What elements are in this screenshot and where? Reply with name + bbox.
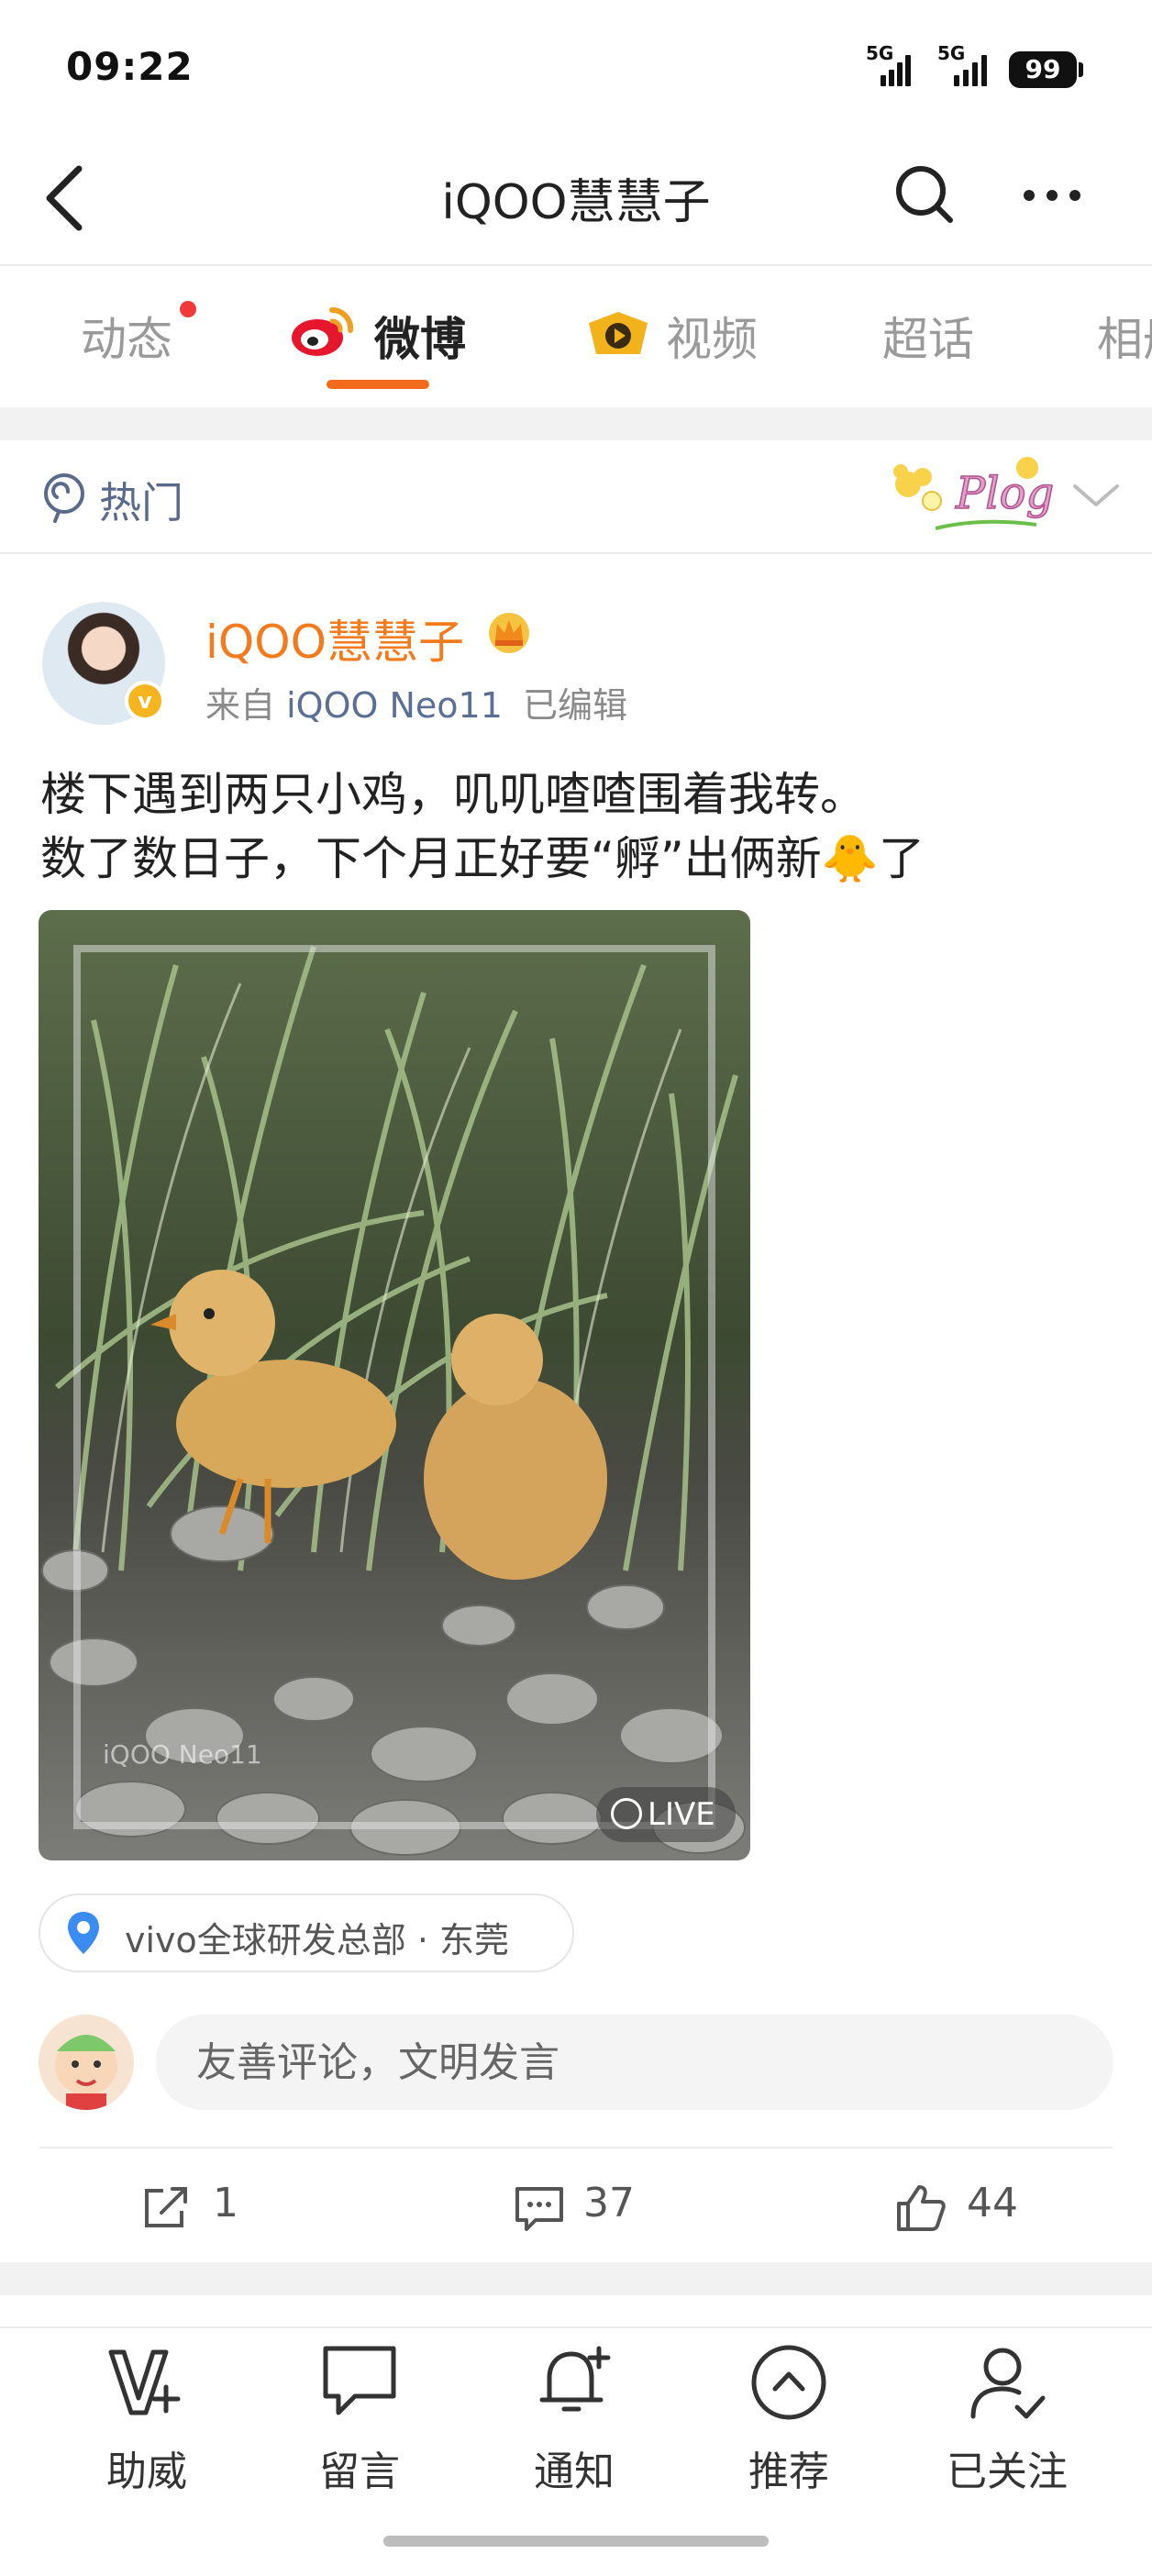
hot-divider — [0, 552, 1152, 554]
cheer-icon — [108, 2349, 181, 2415]
author-name[interactable]: iQOO慧慧子 — [205, 605, 464, 672]
notification-dot — [180, 301, 196, 317]
nav-message-label: 留言 — [319, 2448, 400, 2495]
search-icon[interactable] — [892, 161, 958, 228]
section-gap — [0, 407, 1152, 440]
section-gap-2 — [0, 2262, 1152, 2295]
battery-tip — [1079, 62, 1083, 77]
live-photo-badge[interactable]: LIVE — [596, 1787, 736, 1842]
repost-count: 1 — [213, 2180, 238, 2226]
like-button[interactable]: 44 — [895, 2180, 1042, 2235]
post-source: 来自 iQOO Neo11 已编辑 — [205, 677, 627, 727]
header-divider — [0, 264, 1152, 266]
post-photo[interactable]: iQOO Neo11 — [39, 910, 750, 1860]
tab-weibo[interactable]: 微博 — [374, 303, 466, 369]
status-time: 09:22 — [66, 44, 194, 89]
tab-super-topic[interactable]: 超话 — [882, 303, 974, 369]
like-count: 44 — [967, 2180, 1018, 2226]
hot-topic-icon[interactable] — [40, 472, 88, 523]
nav-notify[interactable]: 通知 — [492, 2341, 657, 2497]
source-prefix: 来自 — [205, 685, 276, 726]
photo-illustration: iQOO Neo11 — [39, 910, 750, 1860]
bell-icon — [539, 2346, 611, 2412]
repost-icon — [145, 2187, 187, 2227]
nav-message[interactable]: 留言 — [277, 2341, 442, 2497]
tab-dynamic[interactable]: 动态 — [81, 303, 172, 369]
nav-divider — [0, 2326, 1152, 2328]
tab-video[interactable]: 视频 — [666, 303, 758, 369]
nav-following[interactable]: 已关注 — [925, 2341, 1090, 2497]
message-icon — [323, 2346, 396, 2415]
page-title: iQOO慧慧子 — [441, 175, 711, 230]
post-text-line-2: 数了数日子，下个月正好要“孵”出俩新🐥了 — [40, 832, 925, 885]
post-text-line-1: 楼下遇到两只小鸡，叽叽喳喳围着我转。 — [40, 768, 866, 821]
crown-icon — [489, 613, 529, 653]
nav-cheer-label: 助威 — [106, 2448, 187, 2495]
edited-label[interactable]: 已编辑 — [523, 685, 627, 726]
verified-badge-icon: v — [125, 681, 165, 721]
live-label: LIVE — [648, 1796, 715, 1833]
my-avatar[interactable] — [39, 2015, 134, 2110]
recommend-icon — [751, 2345, 826, 2420]
comment-count: 37 — [583, 2180, 635, 2226]
svg-text:Plog: Plog — [955, 468, 1054, 519]
hot-filter-label[interactable]: 热门 — [99, 470, 183, 530]
action-divider — [39, 2147, 1113, 2149]
signal-icon-2: 5G — [937, 42, 994, 86]
plog-sticker: Plog — [893, 457, 1055, 530]
nav-recommend-label: 推荐 — [748, 2448, 829, 2495]
nav-notify-label: 通知 — [534, 2448, 615, 2495]
battery-icon: 99 — [1009, 51, 1077, 88]
video-icon — [589, 312, 648, 354]
svg-text:iQOO Neo11: iQOO Neo11 — [103, 1739, 262, 1770]
comment-icon — [515, 2187, 563, 2231]
followed-user-icon — [970, 2348, 1046, 2419]
weibo-logo-icon — [292, 306, 354, 356]
source-device[interactable]: iQOO Neo11 — [286, 685, 503, 726]
location-pin-icon — [68, 1912, 99, 1954]
nav-cheer[interactable]: 助威 — [64, 2341, 229, 2497]
home-indicator[interactable] — [383, 2536, 769, 2547]
tab-album[interactable]: 相册 — [1097, 303, 1152, 369]
nav-following-label: 已关注 — [947, 2448, 1068, 2495]
more-options-icon[interactable] — [1020, 182, 1084, 209]
comment-input[interactable] — [156, 2015, 1113, 2110]
comment-button[interactable]: 37 — [514, 2180, 660, 2235]
active-tab-indicator — [327, 380, 429, 389]
chevron-down-icon[interactable] — [1071, 481, 1121, 510]
thumbs-up-icon — [897, 2185, 946, 2231]
nav-recommend[interactable]: 推荐 — [706, 2341, 871, 2497]
cartoon-avatar-icon — [39, 2015, 134, 2110]
location-text[interactable]: vivo全球研发总部 · 东莞 — [125, 1912, 509, 1962]
signal-icon: 5G — [866, 42, 914, 86]
live-icon — [611, 1797, 642, 1829]
